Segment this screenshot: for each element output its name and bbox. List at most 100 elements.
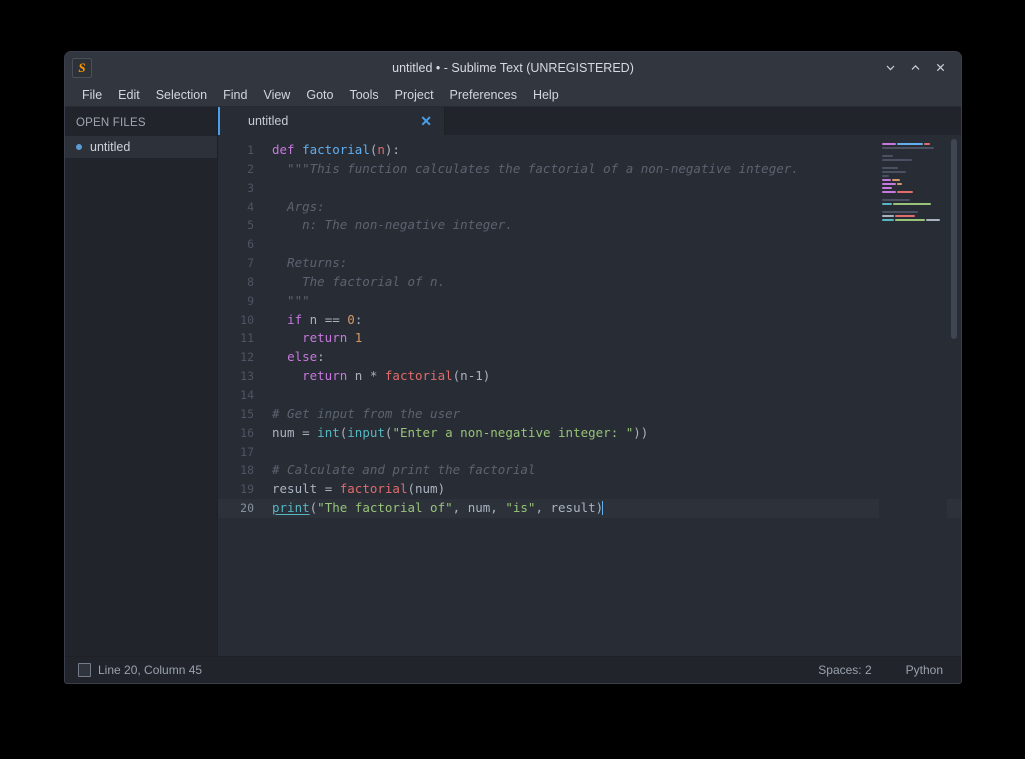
line-number: 17 [218,443,262,462]
tab-bar: untitled✕ [218,107,961,135]
code-token [332,481,340,496]
modified-dot-icon [76,144,82,150]
code-token: , num, [453,500,506,515]
code-line[interactable]: """This function calculates the factoria… [262,160,961,179]
code-line[interactable]: # Get input from the user [262,405,961,424]
sidebar-file-item[interactable]: untitled [65,136,217,158]
code-token [347,330,355,345]
syntax-label[interactable]: Python [906,663,943,677]
code-line[interactable] [262,179,961,198]
text-caret [602,501,603,515]
line-number: 20 [218,499,262,518]
code-token: else [287,349,317,364]
code-token: result [272,481,325,496]
code-line[interactable]: print("The factorial of", num, "is", res… [262,499,961,518]
indentation-label[interactable]: Spaces: 2 [818,663,871,677]
code-line[interactable] [262,235,961,254]
code-line[interactable]: # Calculate and print the factorial [262,461,961,480]
menu-item-view[interactable]: View [255,86,298,104]
sidebar: OPEN FILES untitled [65,107,217,656]
line-number-gutter: 1234567891011121314151617181920 [218,135,262,656]
code-token: input [347,425,385,440]
line-number: 11 [218,329,262,348]
menu-item-find[interactable]: Find [215,86,255,104]
code-line[interactable]: else: [262,348,961,367]
menu-item-goto[interactable]: Goto [298,86,341,104]
code-token: factorial [385,368,453,383]
menu-item-edit[interactable]: Edit [110,86,148,104]
code-token: """ [272,293,310,308]
code-token: (n-1) [453,368,491,383]
code-token [377,368,385,383]
tab-untitled[interactable]: untitled✕ [218,107,444,135]
code-token [295,142,303,157]
line-number: 1 [218,141,262,160]
code-line[interactable] [262,386,961,405]
code-token: # Get input from the user [272,406,460,421]
code-token: int [317,425,340,440]
window-body: OPEN FILES untitled untitled✕ 1234567891… [65,107,961,656]
code-line[interactable]: return n * factorial(n-1) [262,367,961,386]
line-number: 9 [218,292,262,311]
code-token [272,368,302,383]
maximize-icon[interactable] [908,60,923,75]
tab-bar-empty-space [444,107,961,135]
code-editor[interactable]: 1234567891011121314151617181920 def fact… [218,135,961,656]
code-token: def [272,142,295,157]
menu-item-file[interactable]: File [74,86,110,104]
code-token: factorial [340,481,408,496]
close-icon[interactable] [933,60,948,75]
code-token: """This function calculates the factoria… [272,161,799,176]
code-token: "Enter a non-negative integer: " [392,425,633,440]
menu-item-help[interactable]: Help [525,86,567,104]
minimize-icon[interactable] [883,60,898,75]
line-number: 13 [218,367,262,386]
code-line[interactable]: n: The non-negative integer. [262,216,961,235]
code-content[interactable]: def factorial(n): """This function calcu… [262,135,961,656]
window-title: untitled • - Sublime Text (UNREGISTERED) [65,61,961,75]
code-token: 1 [355,330,363,345]
code-token: == [325,312,340,327]
menu-bar: FileEditSelectionFindViewGotoToolsProjec… [65,83,961,107]
code-line[interactable]: Returns: [262,254,961,273]
editor-column: untitled✕ 123456789101112131415161718192… [217,107,961,656]
code-line[interactable]: def factorial(n): [262,141,961,160]
tab-close-icon[interactable]: ✕ [420,114,432,128]
menu-item-tools[interactable]: Tools [341,86,386,104]
sidebar-section-open-files: OPEN FILES [65,114,217,136]
status-bar-right: Spaces: 2 Python [818,663,943,677]
sidebar-toggle-icon[interactable] [78,663,91,677]
code-token: Args: [272,199,325,214]
code-token: , result) [535,500,603,515]
code-line[interactable]: Args: [262,198,961,217]
code-token: The factorial of n. [272,274,445,289]
code-line[interactable]: The factorial of n. [262,273,961,292]
sublime-text-logo-icon: S [72,58,92,78]
line-number: 6 [218,235,262,254]
line-number: 19 [218,480,262,499]
code-line[interactable]: if n == 0: [262,311,961,330]
title-bar: S untitled • - Sublime Text (UNREGISTERE… [65,52,961,83]
code-line[interactable]: result = factorial(num) [262,480,961,499]
line-number: 5 [218,216,262,235]
code-token: if [287,312,302,327]
line-number: 3 [218,179,262,198]
menu-item-project[interactable]: Project [387,86,442,104]
code-token: "is" [505,500,535,515]
code-line[interactable]: """ [262,292,961,311]
code-line[interactable]: num = int(input("Enter a non-negative in… [262,424,961,443]
code-token: Returns: [272,255,347,270]
window-controls [883,60,961,75]
code-token: 0 [347,312,355,327]
scrollbar-thumb[interactable] [951,139,957,339]
code-token: n [347,368,370,383]
menu-item-preferences[interactable]: Preferences [442,86,525,104]
line-number: 15 [218,405,262,424]
code-token: ): [385,142,400,157]
code-token [272,349,287,364]
menu-item-selection[interactable]: Selection [148,86,215,104]
code-line[interactable]: return 1 [262,329,961,348]
vertical-scrollbar[interactable] [950,135,958,656]
code-token: return [302,368,347,383]
code-line[interactable] [262,443,961,462]
